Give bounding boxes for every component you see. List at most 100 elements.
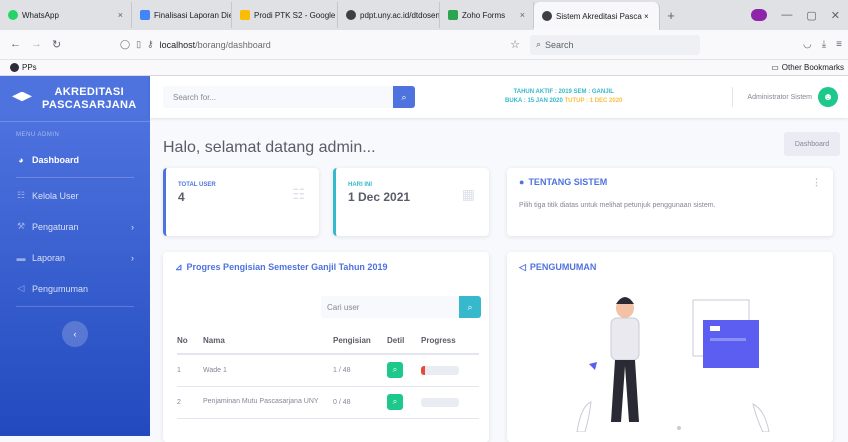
about-card-header: ● TENTANG SISTEM ⋮: [507, 168, 833, 196]
tab-label: Prodi PTK S2 - Google D ×: [254, 10, 337, 20]
browser-tab-finalisasi[interactable]: Finalisasi Laporan Dieki ×: [132, 2, 232, 28]
stat-value: 4: [178, 190, 185, 204]
user-icon: ☻: [822, 91, 834, 103]
browser-search-field[interactable]: ⌕ Search: [530, 34, 700, 55]
sidebar-item-dashboard[interactable]: ◕ Dashboard: [0, 144, 150, 175]
column-header: Nama: [203, 328, 333, 355]
row-no: 1: [177, 354, 203, 387]
progress-fill: [421, 365, 425, 375]
browser-tab-zoho[interactable]: Zoho Forms ×: [440, 2, 534, 28]
detail-button[interactable]: ⌕: [387, 362, 403, 379]
sidebar-item-pengumuman[interactable]: ◁ Pengumuman: [0, 273, 150, 304]
announcement-card: ◁ PENGUMUMAN: [507, 252, 833, 442]
browser-tab-prodi[interactable]: Prodi PTK S2 - Google D ×: [232, 2, 338, 28]
progress-title: Progres Pengisian Semester Ganjil Tahun …: [186, 262, 388, 272]
sidebar-item-kelola-user[interactable]: ☷ Kelola User: [0, 180, 150, 211]
about-card: ● TENTANG SISTEM ⋮ Pilih tiga titik diat…: [507, 168, 833, 236]
users-icon: ☷: [292, 186, 305, 202]
tanggal-tutup: TUTUP : 1 DEC 2020: [564, 98, 623, 104]
dashboard-button[interactable]: Dashboard: [784, 132, 840, 156]
about-body: Pilih tiga titik diatas untuk melihat pe…: [519, 202, 716, 209]
sidebar: AKREDITASI PASCASARJANA MENU ADMIN ◕ Das…: [0, 76, 150, 436]
sidebar-item-label: Kelola User: [32, 190, 79, 201]
graduation-cap-icon: [12, 91, 32, 102]
download-icon[interactable]: ⤓: [822, 39, 826, 50]
window-controls: — ▢ ✕: [751, 9, 848, 22]
stat-card-total-user: TOTAL USER 4 ☷: [163, 168, 319, 236]
back-icon[interactable]: ←: [10, 38, 21, 51]
search-placeholder: Search for...: [173, 92, 217, 102]
user-search: Cari user ⌕: [321, 296, 481, 318]
browser-tab-akreditasi[interactable]: Sistem Akreditasi Pasca ×: [534, 2, 660, 30]
bookmark-pps[interactable]: PPs: [0, 63, 37, 72]
avatar: ☻: [818, 87, 838, 107]
sidebar-toggle-button[interactable]: ‹: [62, 321, 88, 347]
bookmark-favicon-icon: [10, 63, 19, 72]
browser-tab-whatsapp[interactable]: WhatsApp ×: [0, 2, 132, 28]
column-header: No: [177, 328, 203, 355]
info-icon: ●: [519, 177, 525, 187]
dashboard-icon: ◕: [18, 154, 24, 165]
brand-line1: AKREDITASI: [54, 85, 124, 98]
browser-search-placeholder: Search: [545, 39, 574, 50]
sidebar-brand[interactable]: AKREDITASI PASCASARJANA: [0, 76, 150, 122]
drive-icon: [240, 10, 250, 20]
topbar: Search for... ⌕ TAHUN AKTIF : 2019 SEM :…: [150, 76, 848, 118]
tahun-aktif: TAHUN AKTIF : 2019 SEM : GANJIL: [513, 89, 614, 95]
chevron-right-icon: ›: [131, 252, 134, 263]
column-header: Pengisian: [333, 328, 387, 355]
close-window-button[interactable]: ✕: [831, 9, 840, 22]
column-header: Progress: [421, 328, 479, 355]
user-search-button[interactable]: ⌕: [459, 296, 481, 318]
wrench-icon: ⚒: [16, 221, 26, 231]
reload-icon[interactable]: ↻: [52, 38, 61, 51]
whatsapp-icon: [8, 10, 18, 20]
new-tab-button[interactable]: +: [660, 8, 682, 23]
sidebar-item-laporan[interactable]: ▬ Laporan ›: [0, 242, 150, 273]
maximize-button[interactable]: ▢: [806, 9, 816, 22]
progress-table: No Nama Pengisian Detil Progress 1 Wade …: [177, 328, 479, 419]
progress-bar: [421, 365, 459, 375]
kebab-menu-icon[interactable]: ⋮: [812, 177, 833, 188]
url-host: localhost: [159, 39, 196, 50]
column-header: Detil: [387, 328, 421, 355]
tab-label: pdpt.uny.ac.id/dtdosen ×: [360, 10, 440, 20]
chart-icon: ⊿: [175, 261, 183, 272]
pocket-icon[interactable]: ◡: [803, 39, 812, 50]
close-tab-icon[interactable]: ×: [520, 10, 525, 20]
user-menu[interactable]: Administrator Sistem ☻: [732, 87, 848, 107]
close-tab-icon[interactable]: ×: [118, 10, 123, 20]
search-icon: ⌕: [401, 91, 407, 102]
row-no: 2: [177, 386, 203, 419]
search-button[interactable]: ⌕: [393, 86, 415, 108]
minimize-button[interactable]: —: [781, 9, 792, 21]
sidebar-item-pengaturan[interactable]: ⚒ Pengaturan ›: [0, 211, 150, 242]
search-icon: ⌕: [392, 365, 398, 375]
sidebar-divider: [16, 306, 134, 307]
main-content: Halo, selamat datang admin... Dashboard …: [150, 118, 848, 442]
table-row: 1 Wade 1 1 / 48 ⌕: [177, 354, 479, 387]
menu-icon[interactable]: ≡: [836, 39, 842, 50]
search-icon: ⌕: [392, 397, 398, 406]
detail-button[interactable]: ⌕: [387, 394, 403, 410]
row-pengisian: 1 / 48: [333, 354, 387, 387]
url-field[interactable]: ◯ ▯ ⚷ localhost/borang/dashboard ☆: [120, 38, 520, 51]
bookmarks-bar: PPs ▭ Other Bookmarks: [0, 60, 848, 76]
search-input[interactable]: Search for...: [163, 86, 393, 108]
bookmark-star-icon[interactable]: ☆: [510, 38, 520, 51]
browser-tab-pdpt[interactable]: pdpt.uny.ac.id/dtdosen ×: [338, 2, 440, 28]
forward-icon[interactable]: →: [31, 38, 42, 51]
stat-label: TOTAL USER: [178, 182, 216, 188]
tab-label: WhatsApp: [22, 10, 59, 20]
periode-pengisian: BUKA : 15 JAN 2020 TUTUP : 1 DEC 2020: [505, 97, 622, 106]
stat-value: 1 Dec 2021: [348, 190, 411, 204]
academic-year-info: TAHUN AKTIF : 2019 SEM : GANJIL BUKA : 1…: [505, 88, 622, 106]
user-search-input[interactable]: Cari user: [321, 296, 459, 318]
shield-icon: ◯: [120, 39, 131, 49]
other-bookmarks[interactable]: ▭ Other Bookmarks: [771, 63, 848, 72]
megaphone-icon: ◁: [519, 261, 526, 272]
zoho-icon: [448, 10, 458, 20]
sidebar-item-label: Pengumuman: [32, 283, 89, 294]
progress-bar: [421, 397, 459, 407]
extension-icon[interactable]: [751, 9, 768, 21]
